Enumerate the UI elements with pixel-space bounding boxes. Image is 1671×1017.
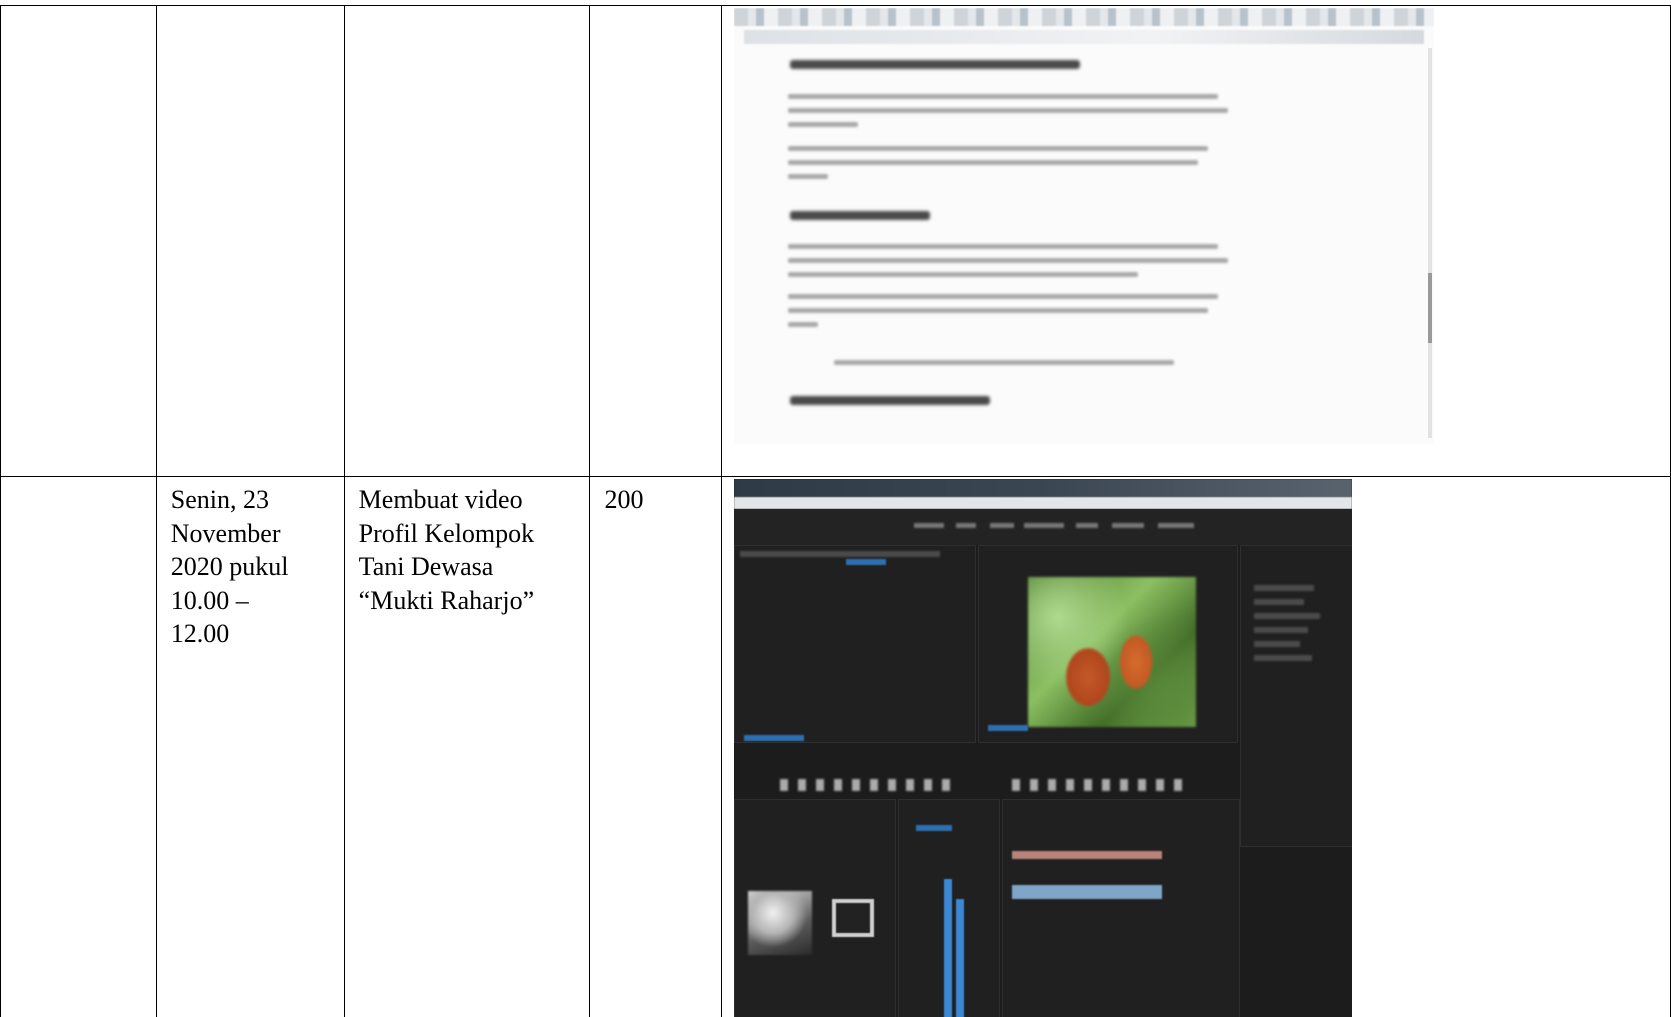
article-text-line — [788, 272, 1139, 277]
browser-article-screenshot — [734, 8, 1435, 444]
transport-control-icon — [1084, 779, 1093, 791]
transport-control-icon — [870, 779, 879, 791]
effects-list-item — [1254, 641, 1301, 647]
effects-list-item — [1254, 585, 1315, 591]
article-heading — [790, 211, 931, 220]
article-text-line — [788, 258, 1229, 263]
effects-list-item — [1254, 613, 1321, 619]
activity-text: Tani Dewasa — [358, 552, 494, 581]
transport-control-icon — [906, 779, 915, 791]
activity-text: Profil Kelompok — [358, 518, 535, 548]
date-text: 10.00 – — [170, 585, 249, 615]
transport-control-icon — [1102, 779, 1111, 791]
activity-text: “Mukti Raharjo” — [358, 585, 535, 615]
video-editor-screenshot — [734, 479, 1353, 1017]
duration-text: 200 — [604, 485, 644, 514]
audio-clip — [1012, 851, 1163, 859]
date-text: 2020 pukul — [170, 552, 289, 581]
cell-evidence — [721, 5, 1671, 477]
media-thumbnail — [832, 899, 875, 937]
article-text-line — [788, 160, 1199, 165]
date-text: Senin, 23 — [170, 485, 269, 514]
video-clip — [1012, 885, 1163, 899]
date-text: November — [170, 518, 281, 548]
editor-title-bar — [734, 479, 1353, 497]
timecode-indicator — [988, 725, 1029, 731]
cell-duration — [589, 5, 723, 477]
cell-activity — [343, 5, 591, 477]
media-thumbnail — [748, 891, 813, 955]
transport-control-icon — [924, 779, 933, 791]
transport-control-icon — [798, 779, 807, 791]
transport-control-icon — [942, 779, 951, 791]
effects-list-item — [1254, 599, 1305, 605]
transport-control-icon — [834, 779, 843, 791]
tool-selected — [916, 825, 953, 831]
cell-date: Senin, 23 November 2020 pukul 10.00 – 12… — [155, 476, 345, 1017]
article-text-line — [788, 94, 1219, 99]
article-text-line — [788, 122, 859, 127]
timecode-indicator — [744, 735, 805, 741]
active-tab-indicator — [846, 559, 887, 565]
transport-control-icon — [780, 779, 789, 791]
cell-number — [0, 5, 157, 477]
article-caption — [834, 360, 1175, 365]
document-page: Senin, 23 November 2020 pukul 10.00 – 12… — [0, 0, 1671, 1017]
article-text-line — [788, 174, 829, 179]
transport-control-icon — [1012, 779, 1021, 791]
table-row — [0, 5, 1671, 477]
transport-control-icon — [1048, 779, 1057, 791]
article-text-line — [788, 146, 1209, 151]
table-row: Senin, 23 November 2020 pukul 10.00 – 12… — [0, 476, 1671, 1017]
editor-workspace-bar — [734, 509, 1353, 545]
article-text-line — [788, 322, 819, 327]
transport-control-icon — [1138, 779, 1147, 791]
transport-control-icon — [816, 779, 825, 791]
editor-menu-bar — [734, 497, 1353, 509]
transport-control-icon — [1066, 779, 1075, 791]
transport-control-icon — [888, 779, 897, 791]
article-text-line — [788, 244, 1219, 249]
transport-control-icon — [852, 779, 861, 791]
activity-text: Membuat video — [358, 485, 523, 514]
effects-list-item — [1254, 655, 1313, 661]
cell-evidence — [721, 476, 1671, 1017]
date-text: 12.00 — [170, 619, 230, 648]
browser-scrollbar — [1428, 48, 1433, 438]
timeline-panel — [1002, 799, 1241, 1017]
browser-address-bar — [744, 30, 1425, 44]
transport-control-icon — [1174, 779, 1183, 791]
cell-date — [155, 5, 345, 477]
transport-control-icon — [1156, 779, 1165, 791]
cell-number — [0, 476, 157, 1017]
activity-log-table: Senin, 23 November 2020 pukul 10.00 – 12… — [0, 5, 1671, 1017]
panel-tabs — [740, 551, 941, 557]
article-text-line — [788, 294, 1219, 299]
article-text-line — [788, 308, 1209, 313]
audio-meter — [956, 899, 965, 1017]
article-heading — [790, 60, 1081, 69]
transport-control-icon — [1030, 779, 1039, 791]
video-preview-frame — [1028, 577, 1197, 727]
browser-toolbar — [734, 8, 1435, 26]
transport-control-icon — [1120, 779, 1129, 791]
audio-meter — [944, 879, 953, 1017]
source-panel — [734, 545, 977, 743]
cell-activity: Membuat video Profil Kelompok Tani Dewas… — [343, 476, 591, 1017]
cell-duration: 200 — [589, 476, 723, 1017]
effects-list-item — [1254, 627, 1309, 633]
article-text-line — [788, 108, 1229, 113]
article-heading — [790, 396, 991, 405]
